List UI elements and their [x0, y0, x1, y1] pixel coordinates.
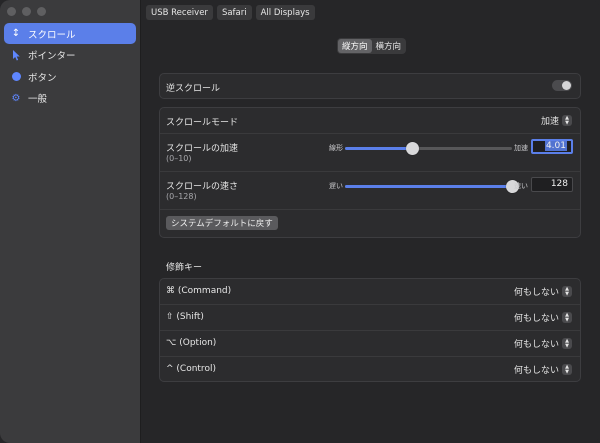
- orientation-segmented-control: 縦方向 横方向: [337, 38, 407, 54]
- slider-min-label: 線形: [329, 144, 343, 152]
- sidebar-item-scroll[interactable]: ↕ スクロール: [4, 23, 136, 44]
- close-window-button[interactable]: [7, 7, 16, 16]
- slider-fill: [345, 147, 412, 150]
- popup-chevrons-icon: ▲ ▼: [562, 312, 572, 323]
- scroll-speed-value: 128: [550, 179, 568, 189]
- scroll-settings-panel: スクロールモード 加速 ▲ ▼ スクロールの加速 (0–10) 線形 加速 4.0…: [159, 107, 581, 238]
- gear-icon: ⚙: [11, 92, 21, 104]
- sidebar-item-general[interactable]: ⚙ 一般: [4, 88, 136, 109]
- slider-fill: [345, 185, 512, 188]
- scroll-acceleration-row: スクロールの加速 (0–10) 線形 加速 4.01: [160, 134, 580, 172]
- sidebar-item-label: ポインター: [28, 51, 76, 62]
- reverse-scroll-panel: 逆スクロール: [159, 73, 581, 99]
- modifier-row-option: ⌥ (Option) 何もしない ▲ ▼: [160, 331, 580, 357]
- slider-min-label: 遅い: [329, 182, 343, 190]
- scroll-acceleration-field[interactable]: 4.01: [531, 139, 573, 154]
- scroll-mode-label: スクロールモード: [166, 118, 239, 128]
- minimize-window-button[interactable]: [22, 7, 31, 16]
- modifier-action-value: 何もしない: [513, 288, 559, 298]
- scroll-speed-field[interactable]: 128: [531, 177, 573, 192]
- scroll-mode-value: 加速: [540, 117, 559, 127]
- device-tabs: USB Receiver Safari All Displays: [146, 5, 315, 20]
- scroll-acceleration-value: 4.01: [544, 141, 567, 151]
- device-tab-usb-receiver[interactable]: USB Receiver: [146, 5, 213, 20]
- sidebar-item-button[interactable]: ボタン: [4, 66, 136, 87]
- modifier-keys-title: 修飾キー: [166, 263, 203, 273]
- modifier-action-popup[interactable]: 何もしない ▲ ▼: [514, 285, 572, 298]
- orientation-vertical-tab[interactable]: 縦方向: [338, 39, 372, 53]
- popup-chevrons-icon: ▲ ▼: [562, 338, 572, 349]
- orientation-horizontal-tab[interactable]: 横方向: [372, 39, 406, 53]
- modifier-action-popup[interactable]: 何もしない ▲ ▼: [514, 363, 572, 376]
- slider-track: [345, 142, 512, 155]
- device-tab-all-displays[interactable]: All Displays: [255, 5, 315, 20]
- modifier-action-value: 何もしない: [513, 314, 559, 324]
- modifier-keys-panel: ⌘ (Command) 何もしない ▲ ▼ ⇧ (Shift) 何もしない ▲ ▼ …: [159, 278, 581, 382]
- sidebar-list: ↕ スクロール ポインター ボタン ⚙ 一般: [4, 23, 136, 109]
- modifier-action-popup[interactable]: 何もしない ▲ ▼: [514, 337, 572, 350]
- scroll-acceleration-range: (0–10): [166, 154, 192, 163]
- modifier-key-label: ^ (Control): [166, 364, 216, 374]
- button-dot-icon: [10, 71, 22, 83]
- scroll-speed-label: スクロールの速さ: [166, 182, 239, 192]
- modifier-action-popup[interactable]: 何もしない ▲ ▼: [514, 311, 572, 324]
- reverse-scroll-row: 逆スクロール: [160, 74, 580, 98]
- pointer-cursor-icon: [10, 49, 22, 61]
- slider-knob[interactable]: [405, 142, 419, 155]
- device-tab-safari[interactable]: Safari: [216, 5, 252, 20]
- sidebar-item-label: 一般: [28, 94, 48, 105]
- reset-row: システムデフォルトに戻す: [160, 210, 580, 237]
- slider-track: [345, 180, 519, 193]
- modifier-row-control: ^ (Control) 何もしない ▲ ▼: [160, 357, 580, 381]
- sidebar-item-label: ボタン: [28, 72, 57, 84]
- modifier-key-label: ⇧ (Shift): [166, 312, 204, 322]
- sidebar-item-label: スクロール: [28, 29, 76, 41]
- reverse-scroll-label: 逆スクロール: [166, 84, 221, 94]
- scroll-speed-range: (0–128): [166, 192, 197, 201]
- scroll-mode-row: スクロールモード 加速 ▲ ▼: [160, 108, 580, 134]
- scroll-speed-row: スクロールの速さ (0–128) 遅い 速い 128: [160, 172, 580, 210]
- popup-chevrons-icon: ▲ ▼: [562, 364, 572, 375]
- modifier-row-shift: ⇧ (Shift) 何もしない ▲ ▼: [160, 305, 580, 331]
- modifier-key-label: ⌥ (Option): [166, 338, 217, 348]
- modifier-row-command: ⌘ (Command) 何もしない ▲ ▼: [160, 279, 580, 305]
- app-window: ↕ スクロール ポインター ボタン ⚙ 一般 USB Receiver Safa…: [0, 0, 600, 443]
- slider-max-label: 加速: [514, 144, 528, 152]
- scroll-mode-popup[interactable]: 加速 ▲ ▼: [541, 114, 572, 127]
- reverse-scroll-toggle[interactable]: [552, 80, 572, 91]
- modifier-action-value: 何もしない: [513, 340, 559, 350]
- sidebar-item-pointer[interactable]: ポインター: [4, 45, 136, 66]
- zoom-window-button[interactable]: [37, 7, 46, 16]
- scroll-acceleration-label: スクロールの加速: [166, 144, 239, 154]
- popup-chevrons-icon: ▲ ▼: [562, 115, 572, 126]
- modifier-key-label: ⌘ (Command): [166, 286, 232, 296]
- popup-chevrons-icon: ▲ ▼: [562, 286, 572, 297]
- reset-defaults-button[interactable]: システムデフォルトに戻す: [166, 216, 278, 230]
- modifier-action-value: 何もしない: [513, 366, 559, 376]
- sidebar: ↕ スクロール ポインター ボタン ⚙ 一般: [0, 0, 141, 443]
- window-controls: [7, 7, 46, 16]
- scroll-arrows-icon: ↕: [11, 28, 21, 39]
- slider-max-label: 速い: [514, 182, 528, 190]
